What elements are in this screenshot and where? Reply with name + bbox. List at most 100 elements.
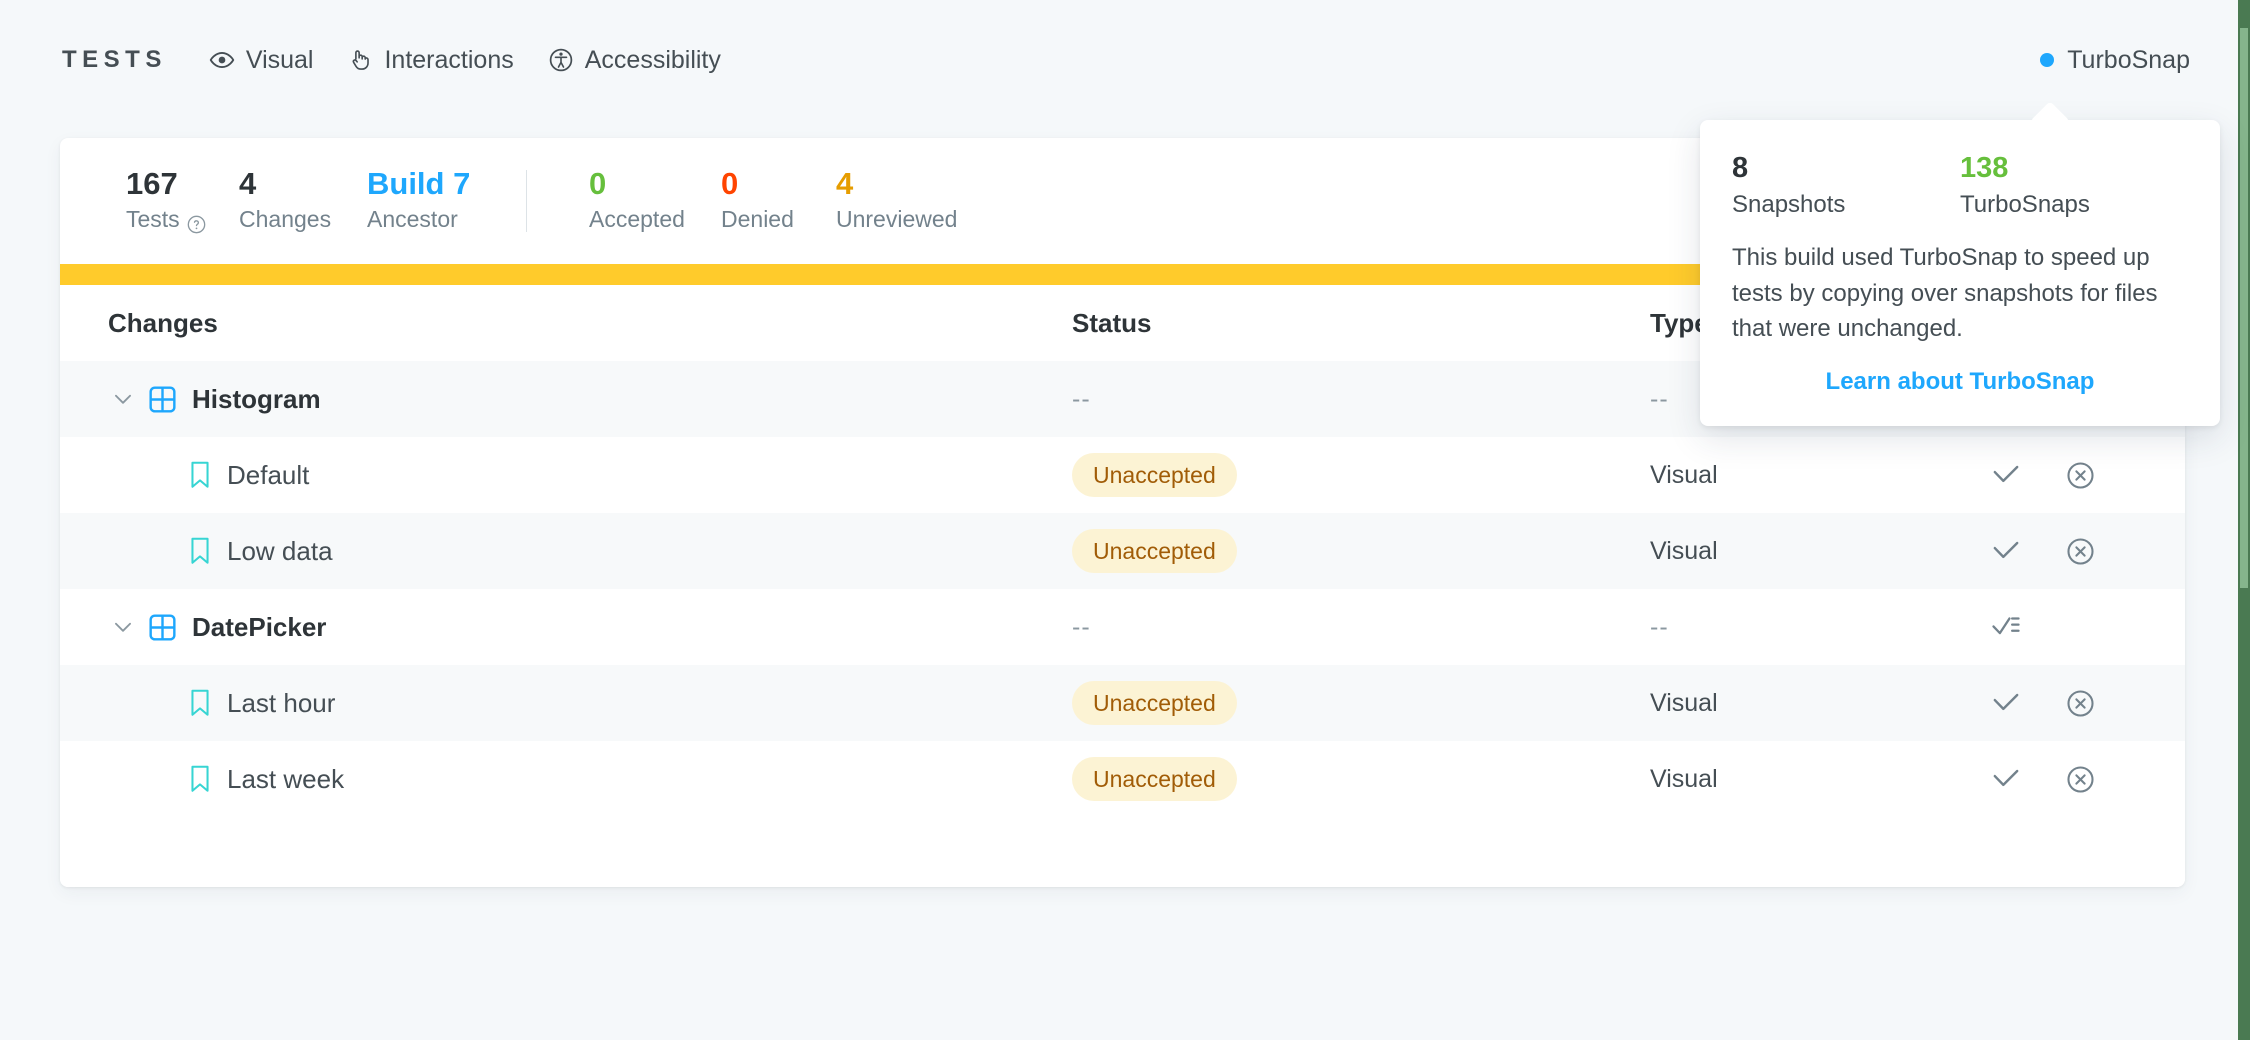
stat-accepted-label: Accepted bbox=[589, 202, 721, 237]
stat-changes: 4 Changes bbox=[239, 166, 367, 236]
snapshots-value: 8 bbox=[1732, 150, 1960, 188]
popover-stat-turbosnaps: 138 TurboSnaps bbox=[1960, 150, 2188, 222]
turbosnaps-label: TurboSnaps bbox=[1960, 188, 2188, 223]
stat-denied-label: Denied bbox=[721, 202, 836, 237]
page-title: TESTS bbox=[62, 46, 167, 74]
table-row[interactable]: Last hour Unaccepted Visual bbox=[60, 665, 2185, 741]
turbosnap-indicator-label: TurboSnap bbox=[2067, 46, 2190, 75]
table-row[interactable]: Low data Unaccepted Visual bbox=[60, 513, 2185, 589]
stat-ancestor-label: Ancestor bbox=[367, 202, 526, 237]
turbosnap-popover-description: This build used TurboSnap to speed up te… bbox=[1732, 240, 2188, 345]
row-name-cell: Default bbox=[60, 460, 1072, 491]
stat-accepted: 0 Accepted bbox=[589, 166, 721, 236]
story-name: Low data bbox=[227, 536, 333, 567]
bookmark-icon bbox=[188, 765, 212, 793]
row-type-cell: -- bbox=[1650, 613, 1980, 642]
tab-interactions[interactable]: Interactions bbox=[347, 46, 513, 75]
tab-visual[interactable]: Visual bbox=[209, 46, 314, 75]
top-nav: TESTS Visual Interactions bbox=[0, 0, 2250, 120]
row-type-cell: Visual bbox=[1650, 537, 1980, 566]
stat-changes-value: 4 bbox=[239, 166, 367, 202]
table-row[interactable]: Last week Unaccepted Visual bbox=[60, 741, 2185, 817]
row-actions-cell bbox=[1980, 605, 2185, 649]
story-name: Last hour bbox=[227, 688, 335, 719]
column-header-changes: Changes bbox=[60, 308, 1072, 339]
row-status-cell: -- bbox=[1072, 613, 1650, 642]
stat-ancestor: Build 7 Ancestor bbox=[367, 166, 526, 236]
bookmark-icon bbox=[188, 689, 212, 717]
accept-check-icon[interactable] bbox=[1984, 757, 2028, 801]
story-name: Default bbox=[227, 460, 309, 491]
deny-circle-x-icon[interactable] bbox=[2058, 757, 2102, 801]
row-name-cell: Last week bbox=[60, 764, 1072, 795]
status-placeholder: -- bbox=[1072, 613, 1091, 642]
row-status-cell: Unaccepted bbox=[1072, 453, 1650, 497]
eye-icon bbox=[209, 47, 235, 73]
chevron-down-icon[interactable] bbox=[108, 612, 138, 642]
pointer-hand-icon bbox=[347, 47, 373, 73]
table-row[interactable]: Default Unaccepted Visual bbox=[60, 437, 2185, 513]
accessibility-icon bbox=[548, 47, 574, 73]
turbosnap-status-dot-icon bbox=[2040, 53, 2054, 67]
deny-circle-x-icon[interactable] bbox=[2058, 453, 2102, 497]
turbosnap-popover-stats: 8 Snapshots 138 TurboSnaps bbox=[1732, 150, 2188, 222]
component-grid-icon bbox=[148, 385, 177, 414]
app-root: TESTS Visual Interactions bbox=[0, 0, 2250, 1040]
stat-tests: 167 Tests bbox=[126, 166, 239, 236]
right-edge-strip bbox=[2238, 0, 2250, 1040]
status-badge: Unaccepted bbox=[1072, 757, 1237, 801]
turbosnap-indicator[interactable]: TurboSnap bbox=[2040, 46, 2190, 75]
accept-check-icon[interactable] bbox=[1984, 681, 2028, 725]
summary-divider bbox=[526, 170, 527, 232]
row-type-cell: Visual bbox=[1650, 765, 1980, 794]
popover-stat-snapshots: 8 Snapshots bbox=[1732, 150, 1960, 222]
chevron-down-icon[interactable] bbox=[108, 384, 138, 414]
right-edge-scrollbar[interactable] bbox=[2240, 28, 2248, 588]
row-name-cell: Histogram bbox=[60, 384, 1072, 415]
row-name-cell: DatePicker bbox=[60, 612, 1072, 643]
tab-accessibility[interactable]: Accessibility bbox=[548, 46, 721, 75]
nav-tabs: Visual Interactions Ac bbox=[209, 46, 721, 75]
deny-circle-x-icon[interactable] bbox=[2058, 681, 2102, 725]
row-actions-cell bbox=[1980, 453, 2185, 497]
row-type-cell: Visual bbox=[1650, 689, 1980, 718]
status-badge: Unaccepted bbox=[1072, 529, 1237, 573]
accept-all-icon[interactable] bbox=[1984, 605, 2028, 649]
tab-accessibility-label: Accessibility bbox=[585, 46, 721, 75]
accept-check-icon[interactable] bbox=[1984, 529, 2028, 573]
table-row[interactable]: DatePicker -- -- bbox=[60, 589, 2185, 665]
bookmark-icon bbox=[188, 537, 212, 565]
status-badge: Unaccepted bbox=[1072, 681, 1237, 725]
row-actions-cell bbox=[1980, 681, 2185, 725]
deny-circle-x-icon[interactable] bbox=[2058, 529, 2102, 573]
stat-unreviewed-value: 4 bbox=[836, 166, 1006, 202]
turbosnaps-value: 138 bbox=[1960, 150, 2188, 188]
row-actions-cell bbox=[1980, 529, 2185, 573]
component-name: Histogram bbox=[192, 384, 321, 415]
stat-accepted-value: 0 bbox=[589, 166, 721, 202]
stat-tests-label-text: Tests bbox=[126, 202, 180, 237]
table-bottom-padding bbox=[60, 817, 2185, 887]
status-badge: Unaccepted bbox=[1072, 453, 1237, 497]
stat-denied: 0 Denied bbox=[721, 166, 836, 236]
row-actions-cell bbox=[1980, 757, 2185, 801]
accept-check-icon[interactable] bbox=[1984, 453, 2028, 497]
learn-about-turbosnap-link[interactable]: Learn about TurboSnap bbox=[1732, 368, 2188, 396]
component-name: DatePicker bbox=[192, 612, 326, 643]
column-header-status: Status bbox=[1072, 308, 1650, 339]
stat-tests-label: Tests bbox=[126, 202, 239, 237]
stat-denied-value: 0 bbox=[721, 166, 836, 202]
type-placeholder: -- bbox=[1650, 385, 1669, 413]
row-status-cell: -- bbox=[1072, 385, 1650, 414]
help-circle-icon[interactable] bbox=[187, 209, 206, 228]
row-name-cell: Low data bbox=[60, 536, 1072, 567]
ancestor-build-link[interactable]: Build 7 bbox=[367, 166, 526, 202]
row-type-cell: Visual bbox=[1650, 461, 1980, 490]
status-placeholder: -- bbox=[1072, 385, 1091, 414]
row-status-cell: Unaccepted bbox=[1072, 681, 1650, 725]
tab-visual-label: Visual bbox=[246, 46, 314, 75]
row-status-cell: Unaccepted bbox=[1072, 757, 1650, 801]
snapshots-label: Snapshots bbox=[1732, 188, 1960, 223]
turbosnap-popover: 8 Snapshots 138 TurboSnaps This build us… bbox=[1700, 120, 2220, 426]
story-name: Last week bbox=[227, 764, 344, 795]
